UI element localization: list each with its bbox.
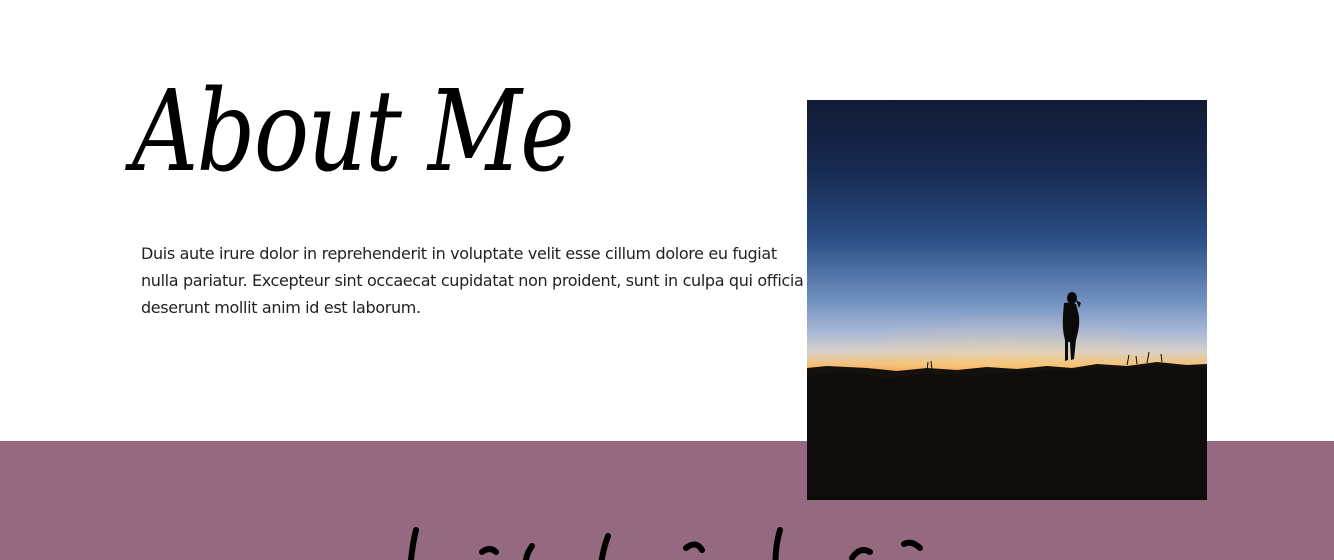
- next-section-heading-glyphs: [407, 527, 923, 560]
- about-description: Duis aute irure dolor in reprehenderit i…: [141, 244, 804, 317]
- about-title: About Me: [132, 67, 575, 197]
- about-photo: [807, 100, 1207, 500]
- page: About Me Duis aute irure dolor in repreh…: [0, 0, 1334, 560]
